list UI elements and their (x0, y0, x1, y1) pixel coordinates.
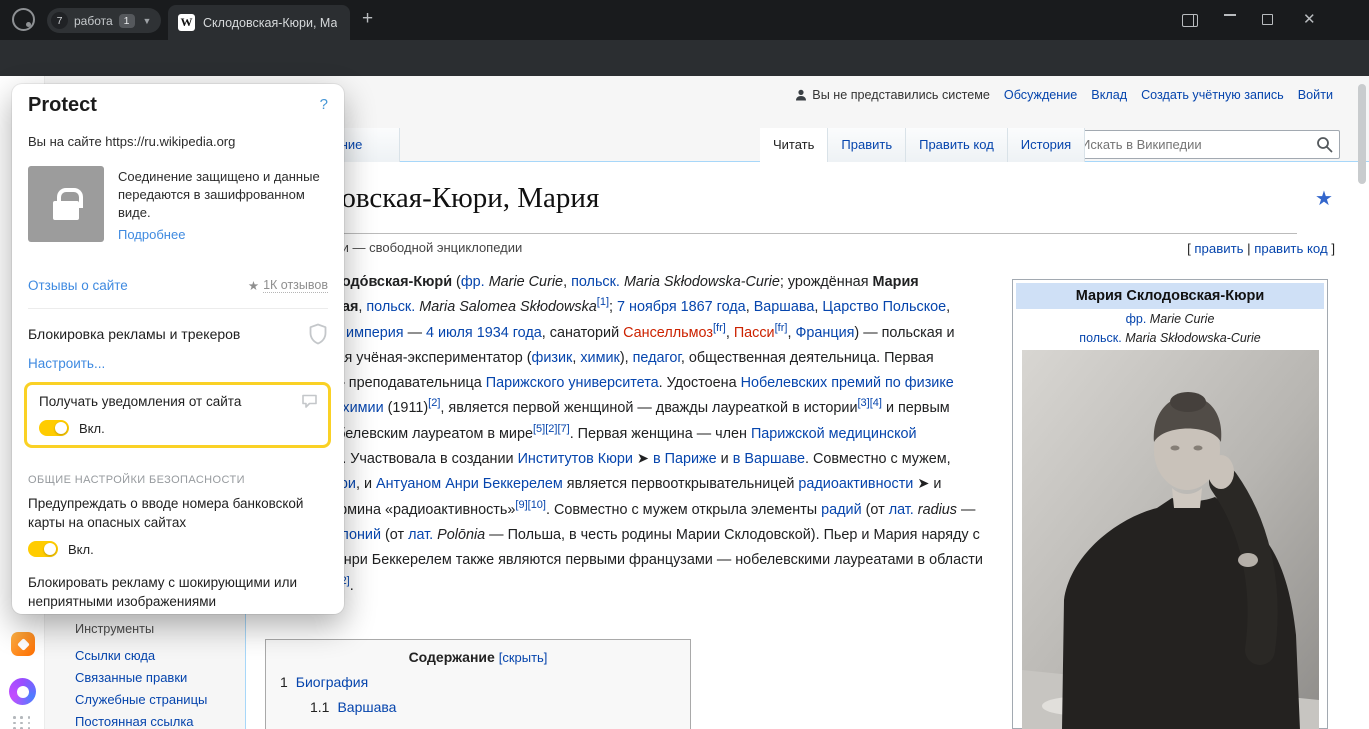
new-tab-button[interactable]: + (362, 8, 373, 30)
tab-group[interactable]: 7 работа 1 ▼ (47, 8, 161, 33)
lead-paragraph: Мари́я Склодо́вская-Кюри́ (фр. Marie Cur… (265, 270, 987, 599)
personal-bar: Вы не представились системе Обсуждение В… (795, 88, 1333, 102)
tab-history[interactable]: История (1008, 128, 1085, 162)
toc-header: Содержание [скрыть] (266, 649, 690, 665)
security-section-header: ОБЩИЕ НАСТРОЙКИ БЕЗОПАСНОСТИ (28, 474, 245, 486)
shield-icon (308, 323, 328, 350)
wiki-search (1072, 130, 1340, 159)
edit-source-link[interactable]: править код (1254, 241, 1327, 256)
tab-group-label: работа (74, 14, 113, 28)
tab-edit-source[interactable]: Править код (906, 128, 1008, 162)
tools-link-special[interactable]: Служебные страницы (75, 692, 207, 707)
infobox-name-pl: польск. Maria Skłodowska-Curie (1016, 328, 1324, 347)
personal-link-login[interactable]: Войти (1298, 88, 1333, 102)
edit-links: [ править | править код ] (1187, 241, 1335, 256)
details-link[interactable]: Подробнее (118, 227, 185, 242)
reviews-count[interactable]: ★ 1К отзывов (248, 278, 328, 293)
active-tab[interactable]: W Склодовская-Кюри, Ма (168, 5, 350, 40)
divider (28, 308, 328, 309)
page-scrollbar[interactable] (1358, 84, 1366, 184)
tools-link-permanent[interactable]: Постоянная ссылка (75, 714, 194, 729)
login-status: Вы не представились системе (795, 88, 990, 102)
personal-link-create-account[interactable]: Создать учётную запись (1141, 88, 1284, 102)
view-tabs: Читать Править Править код История (760, 128, 1085, 162)
minimize-button[interactable] (1224, 6, 1236, 16)
card-warning-toggle[interactable] (28, 541, 58, 557)
infobox: Мария Склодовская-Кюри фр. Marie Curie п… (1012, 279, 1328, 729)
user-icon (795, 89, 807, 101)
tab-title: Склодовская-Кюри, Ма (203, 16, 337, 30)
close-button[interactable]: ✕ (1303, 10, 1316, 28)
search-input[interactable] (1072, 130, 1340, 159)
protect-title: Protect (28, 94, 97, 117)
chevron-down-icon: ▼ (143, 16, 152, 26)
notifications-toggle[interactable] (39, 420, 69, 436)
protect-popup: Protect ? Вы на сайте https://ru.wikiped… (12, 84, 344, 614)
portrait-image[interactable] (1022, 350, 1319, 729)
adblock-label: Блокировка рекламы и трекеров (28, 326, 240, 342)
tools-link-related[interactable]: Связанные правки (75, 670, 187, 685)
site-reviews-link[interactable]: Отзывы о сайте (28, 278, 128, 293)
edit-link[interactable]: править (1194, 241, 1243, 256)
toc-hide-link[interactable]: [скрыть] (499, 650, 548, 665)
personal-link-talk[interactable]: Обсуждение (1004, 88, 1077, 102)
notifications-label: Получать уведомления от сайта (39, 394, 241, 409)
shock-ads-label: Блокировать рекламу с шокирующими или не… (28, 573, 326, 611)
browser-window: 7 работа 1 ▼ W Склодовская-Кюри, Ма + ✕ … (0, 0, 1369, 729)
search-icon[interactable] (1316, 136, 1333, 153)
tab-edit[interactable]: Править (828, 128, 906, 162)
star-icon: ★ (248, 278, 259, 293)
browser-logo-icon[interactable] (12, 8, 35, 31)
address-bar: ← ↻ https://ru.wikipedia.org/wiki/Склодо… (0, 40, 1369, 76)
secure-text: Соединение защищено и данные передаются … (118, 168, 322, 222)
tab-read[interactable]: Читать (760, 128, 828, 162)
infobox-title: Мария Склодовская-Кюри (1016, 283, 1324, 309)
infobox-name-fr: фр. Marie Curie (1016, 309, 1324, 328)
help-link[interactable]: ? (320, 96, 328, 113)
maximize-button[interactable] (1262, 14, 1273, 25)
card-warning-label: Предупреждать о вводе номера банковской … (28, 494, 322, 532)
notifications-box: Получать уведомления от сайта Вкл. (24, 382, 331, 448)
notifications-state: Вкл. (79, 421, 105, 436)
dots-grid-icon[interactable] (13, 716, 32, 729)
personal-link-contribs[interactable]: Вклад (1091, 88, 1127, 102)
title-underline (265, 233, 1297, 234)
side-panel-icon[interactable] (1182, 14, 1198, 27)
toc-item[interactable]: 1Биография (280, 674, 690, 690)
pl-label-link[interactable]: польск. (1079, 331, 1121, 345)
tab-bar: 7 работа 1 ▼ W Склодовская-Кюри, Ма + ✕ (0, 0, 1369, 40)
tab-group-badge: 1 (119, 14, 135, 28)
card-warning-state: Вкл. (68, 542, 94, 557)
wikipedia-favicon: W (178, 14, 195, 31)
toc-item[interactable]: 1.1Варшава (310, 699, 690, 715)
site-line: Вы на сайте https://ru.wikipedia.org (28, 134, 235, 149)
fr-label-link[interactable]: фр. (1126, 312, 1147, 326)
watch-star-icon[interactable]: ★ (1315, 186, 1333, 211)
configure-link[interactable]: Настроить... (28, 356, 105, 371)
tab-group-count: 7 (51, 12, 68, 29)
comment-icon (301, 393, 318, 414)
tools-header: Инструменты (75, 622, 154, 636)
alice-icon[interactable] (9, 678, 36, 705)
services-icon[interactable] (11, 632, 35, 656)
secure-lock-icon (28, 166, 104, 242)
tools-link-whatlinkshere[interactable]: Ссылки сюда (75, 648, 155, 663)
table-of-contents: Содержание [скрыть] 1Биография 1.1Варшав… (265, 639, 691, 729)
